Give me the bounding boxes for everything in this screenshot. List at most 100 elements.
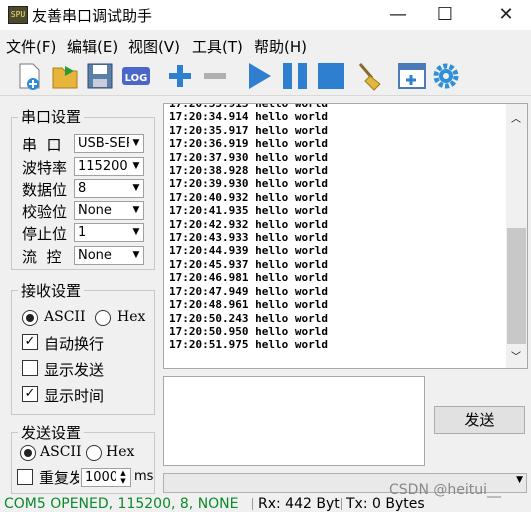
port-select[interactable]: USB-SER ▼ — [74, 134, 144, 153]
menu-file[interactable]: 文件(F) — [6, 36, 56, 57]
receive-hex-radio[interactable] — [95, 310, 111, 326]
close-button[interactable]: ✕ — [483, 0, 529, 30]
chevron-down-icon: ▼ — [129, 202, 143, 219]
log-line: 17:20:33.913 hello world — [169, 103, 328, 110]
log-line: 17:20:50.243 hello world — [169, 311, 328, 325]
broom-icon — [358, 63, 381, 91]
repeat-send-label: 重复发 — [39, 469, 79, 487]
chevron-down-icon: ▼ — [129, 247, 143, 264]
add-button[interactable] — [164, 60, 196, 92]
chevron-down-icon: ▼ — [129, 158, 143, 175]
save-button[interactable] — [84, 60, 116, 92]
open-file-button[interactable] — [49, 60, 81, 92]
data-bits-select[interactable]: 8 ▼ — [74, 179, 144, 198]
plus-icon — [169, 65, 191, 87]
play-icon — [249, 63, 271, 89]
log-icon: LOG — [122, 67, 150, 85]
menu-help[interactable]: 帮助(H) — [254, 36, 307, 57]
menu-view[interactable]: 视图(V) — [128, 36, 180, 57]
chevron-down-icon: ▼ — [129, 180, 143, 197]
log-line: 17:20:35.917 hello world — [169, 123, 328, 137]
gear-icon — [433, 63, 459, 89]
log-line: 17:20:47.949 hello world — [169, 284, 328, 298]
app-icon: SPU — [8, 6, 28, 24]
send-hex-radio[interactable] — [86, 445, 102, 461]
send-ascii-label: ASCII — [40, 444, 82, 460]
data-bits-label: 数据位 — [22, 181, 68, 199]
send-textarea[interactable] — [163, 376, 425, 466]
window-title: 友善串口调试助手 — [32, 7, 153, 25]
menu-tools[interactable]: 工具(T) — [192, 36, 243, 57]
status-divider — [341, 498, 342, 510]
log-line: 17:20:44.939 hello world — [169, 244, 328, 258]
receive-scroll-thumb[interactable] — [507, 228, 526, 344]
pause-icon — [283, 63, 307, 89]
open-folder-icon — [52, 66, 78, 89]
port-label: 串 口 — [22, 136, 62, 154]
log-line: 17:20:50.950 hello world — [169, 324, 328, 338]
log-line: 17:20:39.930 hello world — [169, 177, 328, 191]
log-line: 17:20:42.932 hello world — [169, 217, 328, 231]
log-line: 17:20:38.928 hello world — [169, 164, 328, 178]
log-line: 17:20:43.933 hello world — [169, 231, 328, 245]
stop-button[interactable] — [315, 60, 347, 92]
scroll-up-icon[interactable]: ︿ — [511, 110, 521, 125]
new-window-button[interactable] — [396, 60, 428, 92]
log-line: 17:20:46.981 hello world — [169, 271, 328, 285]
receive-log: 17:20:33.913 hello world 17:20:34.914 hel… — [169, 103, 328, 352]
flow-control-label: 流 控 — [22, 248, 62, 266]
svg-text:LOG: LOG — [125, 73, 148, 84]
receive-hex-label: Hex — [117, 309, 146, 325]
status-divider — [252, 498, 253, 510]
receive-textarea[interactable]: 17:20:33.913 hello world 17:20:34.914 hel… — [163, 103, 528, 369]
maximize-button[interactable]: ☐ — [422, 0, 468, 30]
pause-button[interactable] — [279, 60, 311, 92]
chevron-down-icon: ▼ — [129, 135, 143, 152]
log-line: 17:20:37.930 hello world — [169, 150, 328, 164]
auto-newline-label: 自动换行 — [44, 335, 105, 353]
log-line: 17:20:41.935 hello world — [169, 204, 328, 218]
repeat-interval-input[interactable]: 1000 ▲ ▼ — [81, 468, 131, 487]
stop-icon — [318, 63, 344, 89]
log-line: 17:20:51.975 hello world — [169, 338, 328, 352]
remove-button[interactable] — [199, 60, 231, 92]
send-button[interactable]: 发送 — [434, 406, 525, 434]
baud-rate-label: 波特率 — [22, 159, 68, 177]
minus-icon — [204, 73, 226, 79]
show-send-checkbox[interactable] — [22, 360, 38, 376]
log-button[interactable]: LOG — [120, 60, 152, 92]
repeat-send-checkbox[interactable] — [17, 469, 33, 485]
settings-button[interactable] — [430, 60, 462, 92]
show-send-label: 显示发送 — [44, 361, 105, 379]
new-file-button[interactable] — [13, 60, 45, 92]
spinner-icon[interactable]: ▲ ▼ — [116, 469, 130, 486]
chevron-down-icon: ▼ — [516, 475, 523, 485]
interval-unit: ms — [134, 469, 154, 484]
flow-control-select[interactable]: None ▼ — [74, 246, 144, 265]
receive-settings-title: 接收设置 — [18, 280, 85, 301]
auto-newline-checkbox[interactable]: ✓ — [22, 334, 38, 350]
send-ascii-radio[interactable] — [20, 445, 36, 461]
clear-button[interactable] — [352, 60, 384, 92]
log-line: 17:20:40.932 hello world — [169, 190, 328, 204]
new-file-icon — [19, 63, 40, 90]
baud-rate-select[interactable]: 115200 ▼ — [74, 157, 144, 176]
parity-label: 校验位 — [22, 203, 68, 221]
receive-ascii-radio[interactable] — [22, 310, 38, 326]
window-icon — [398, 63, 426, 89]
show-time-label: 显示时间 — [44, 387, 105, 405]
receive-ascii-label: ASCII — [44, 309, 86, 325]
log-line: 17:20:48.961 hello world — [169, 298, 328, 312]
send-hex-label: Hex — [106, 444, 135, 460]
stop-bits-select[interactable]: 1 ▼ — [74, 223, 144, 242]
log-line: 17:20:45.937 hello world — [169, 257, 328, 271]
minimize-button[interactable]: — — [375, 0, 421, 30]
log-line: 17:20:36.919 hello world — [169, 137, 328, 151]
show-time-checkbox[interactable]: ✓ — [22, 386, 38, 402]
parity-select[interactable]: None ▼ — [74, 201, 144, 220]
save-icon — [87, 63, 113, 89]
watermark: CSDN @heitui__ — [389, 482, 501, 498]
menu-edit[interactable]: 编辑(E) — [67, 36, 118, 57]
scroll-down-icon[interactable]: ﹀ — [511, 348, 521, 363]
start-button[interactable] — [243, 60, 275, 92]
